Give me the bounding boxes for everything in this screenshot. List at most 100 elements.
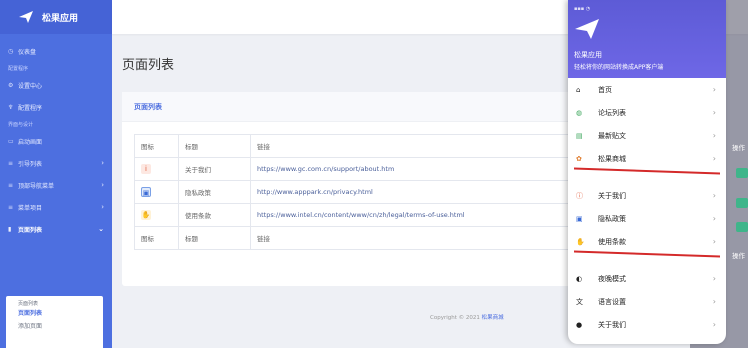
card-title: 页面列表	[122, 92, 588, 122]
edit-button[interactable]	[736, 168, 748, 178]
sidebar-item-dashboard[interactable]: ◷ 仪表盘	[0, 40, 112, 62]
table-cell: ✋	[134, 203, 179, 227]
operation-header: 操作	[732, 144, 745, 152]
status-bar: ▪▪▪ ◔	[574, 6, 591, 12]
sidebar-item-label: 仪表盘	[18, 48, 37, 56]
brand-name: 松果应用	[42, 13, 79, 24]
sidebar-item-label: 菜单项目	[18, 204, 43, 212]
paper-plane-icon	[575, 19, 599, 39]
drawer-item-label: 首页	[598, 85, 612, 94]
shop-icon: ✿	[576, 154, 582, 163]
drawer-item-shop[interactable]: ✿ 松果商城 ›	[568, 147, 726, 170]
drawer-item-label: 关于我们	[598, 320, 626, 329]
drawer-item-label: 使用条款	[598, 237, 626, 246]
chevron-right-icon: ›	[712, 237, 716, 246]
drawer-item-label: 最新贴文	[598, 131, 626, 140]
drawer-item-terms[interactable]: ✋ 使用条款 ›	[568, 230, 726, 253]
chevron-right-icon: ›	[712, 108, 716, 117]
drawer-item-label: 关于我们	[598, 191, 626, 200]
drawer-item-about[interactable]: ⓘ 关于我们 ›	[568, 184, 726, 207]
sidebar-submenu: 页面列表 页面列表 添加页面	[6, 296, 103, 348]
drawer-header: ▪▪▪ ◔ 松果应用 轻松将你的网站转换成APP客户端	[568, 0, 726, 78]
night-icon: ◐	[576, 274, 583, 283]
table-footer-row: 图标 标题 链接	[134, 226, 580, 250]
page-icon: ▮	[8, 225, 12, 233]
image-icon: ▭	[8, 137, 14, 145]
column-header: 标题	[178, 134, 251, 158]
sidebar-item-settings[interactable]: ⚙ 设置中心	[0, 74, 112, 96]
drawer-item-forum[interactable]: ◍ 论坛列表 ›	[568, 101, 726, 124]
copyright-link[interactable]: 松果商城	[482, 315, 504, 321]
sidebar-section: 配置程序	[8, 65, 29, 72]
privacy-icon: ▣	[576, 214, 583, 223]
info-icon: ●	[576, 320, 583, 329]
drawer-item-language[interactable]: 文 语言设置 ›	[568, 290, 726, 313]
chevron-down-icon: ⌄	[98, 225, 104, 233]
copyright: Copyright © 2021 松果商城	[430, 313, 504, 321]
page-list-card: 页面列表 图标 标题 链接 i 关于我们 https://www.gc.com.…	[122, 92, 588, 286]
table-row[interactable]: ▣ 隐私政策 http://www.apppark.cn/privacy.htm…	[134, 180, 580, 204]
drawer-item-latest[interactable]: ▤ 最新贴文 ›	[568, 124, 726, 147]
brand[interactable]: 松果应用	[0, 0, 112, 34]
home-icon: ⌂	[576, 85, 581, 94]
menu-icon: ≡	[8, 181, 14, 189]
terms-icon: ✋	[141, 210, 151, 220]
dashboard-icon: ◷	[8, 47, 14, 55]
submenu-item-add-page[interactable]: 添加页面	[6, 319, 103, 332]
chevron-right-icon: ›	[101, 181, 104, 189]
list-icon: ≡	[8, 159, 14, 167]
table-cell: ▣	[134, 180, 179, 204]
column-header: 链接	[250, 134, 580, 158]
page-title: 页面列表	[122, 58, 175, 73]
submenu-item-page-list[interactable]: 页面列表	[6, 306, 103, 319]
drawer-item-home[interactable]: ⌂ 首页 ›	[568, 78, 726, 101]
drawer-item-about-2[interactable]: ● 关于我们 ›	[568, 313, 726, 336]
drawer-item-privacy[interactable]: ▣ 隐私政策 ›	[568, 207, 726, 230]
chevron-right-icon: ›	[712, 85, 716, 94]
chevron-right-icon: ›	[712, 297, 716, 306]
sidebar-nav: ◷ 仪表盘 配置程序 ⚙ 设置中心 ♆ 配置程序 界面与设计 ▭ 启动画面 ≡ 引导列表 ›…	[0, 34, 112, 240]
drawer-item-night[interactable]: ◐ 夜晚模式 ›	[568, 267, 726, 290]
column-footer: 链接	[250, 226, 580, 250]
table-row[interactable]: i 关于我们 https://www.gc.com.cn/support/abo…	[134, 157, 580, 181]
chevron-right-icon: ›	[712, 154, 716, 163]
page-table: 图标 标题 链接 i 关于我们 https://www.gc.com.cn/su…	[134, 134, 580, 250]
sidebar-item-pages[interactable]: ▮ 页面列表 ⌄	[0, 218, 112, 240]
chevron-right-icon: ›	[712, 274, 716, 283]
table-link[interactable]: https://www.gc.com.cn/support/about.htm	[250, 157, 580, 181]
sidebar-item-guide[interactable]: ≡ 引导列表 ›	[0, 152, 112, 174]
sidebar-section: 界面与设计	[8, 121, 34, 128]
sidebar-item-label: 启动画面	[18, 138, 43, 146]
chevron-right-icon: ›	[712, 320, 716, 329]
info-icon: ⓘ	[576, 191, 583, 200]
submenu-header: 页面列表	[18, 300, 39, 307]
column-footer: 标题	[178, 226, 251, 250]
language-icon: 文	[576, 297, 583, 306]
sidebar-item-top-nav[interactable]: ≡ 顶部导航菜单 ›	[0, 174, 112, 196]
sidebar-item-config[interactable]: ♆ 配置程序	[0, 96, 112, 118]
edit-button[interactable]	[736, 198, 748, 208]
chevron-right-icon: ›	[712, 131, 716, 140]
sidebar-item-label: 引导列表	[18, 160, 43, 168]
sidebar-item-menu[interactable]: ≡ 菜单项目 ›	[0, 196, 112, 218]
table-link[interactable]: https://www.intel.cn/content/www/cn/zh/l…	[250, 203, 580, 227]
config-icon: ♆	[8, 103, 14, 111]
table-row[interactable]: ✋ 使用条款 https://www.intel.cn/content/www/…	[134, 203, 580, 227]
operation-footer: 操作	[732, 252, 745, 260]
sidebar-item-splash[interactable]: ▭ 启动画面	[0, 130, 112, 152]
sidebar-item-label: 配置程序	[18, 104, 43, 112]
drawer-item-label: 夜晚模式	[598, 274, 626, 283]
copyright-text: Copyright © 2021	[430, 315, 480, 321]
settings-icon: ⚙	[8, 81, 14, 89]
paper-plane-icon	[19, 11, 33, 23]
table-header-row: 图标 标题 链接	[134, 134, 580, 158]
drawer-item-label: 语言设置	[598, 297, 626, 306]
table-link[interactable]: http://www.apppark.cn/privacy.html	[250, 180, 580, 204]
info-icon: i	[141, 164, 151, 174]
table-cell: 使用条款	[178, 203, 251, 227]
post-icon: ▤	[576, 131, 583, 140]
sidebar: 松果应用 ◷ 仪表盘 配置程序 ⚙ 设置中心 ♆ 配置程序 界面与设计 ▭ 启动画面 ≡…	[0, 0, 112, 348]
column-footer: 图标	[134, 226, 179, 250]
edit-button[interactable]	[736, 222, 748, 232]
phone-drawer: ▪▪▪ ◔ 松果应用 轻松将你的网站转换成APP客户端 ⌂ 首页 › ◍ 论坛列表 › …	[568, 0, 726, 344]
